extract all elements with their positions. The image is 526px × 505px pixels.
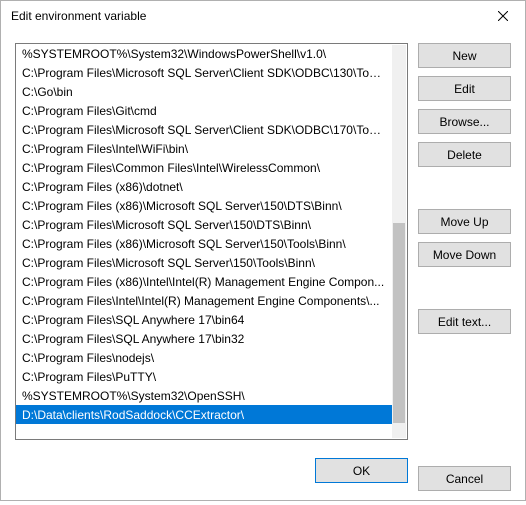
list-wrap: %SYSTEMROOT%\System32\WindowsPowerShell\… — [15, 43, 408, 446]
list-item[interactable]: C:\Program Files\Intel\Intel(R) Manageme… — [16, 291, 392, 310]
footer: OK Cancel — [1, 446, 525, 505]
close-icon — [498, 11, 508, 21]
move-up-button[interactable]: Move Up — [418, 209, 511, 234]
path-listbox[interactable]: %SYSTEMROOT%\System32\WindowsPowerShell\… — [15, 43, 408, 440]
list-item[interactable]: C:\Program Files\Intel\WiFi\bin\ — [16, 139, 392, 158]
window-title: Edit environment variable — [11, 9, 480, 23]
ok-button[interactable]: OK — [315, 458, 408, 483]
list-item[interactable]: C:\Program Files\Common Files\Intel\Wire… — [16, 158, 392, 177]
list-item[interactable]: C:\Program Files\Microsoft SQL Server\15… — [16, 215, 392, 234]
list-item[interactable]: C:\Program Files (x86)\Microsoft SQL Ser… — [16, 196, 392, 215]
cancel-button[interactable]: Cancel — [418, 466, 511, 491]
list-item[interactable]: C:\Program Files\Git\cmd — [16, 101, 392, 120]
delete-button[interactable]: Delete — [418, 142, 511, 167]
list-item[interactable]: C:\Program Files\PuTTY\ — [16, 367, 392, 386]
content-area: %SYSTEMROOT%\System32\WindowsPowerShell\… — [1, 31, 525, 446]
list-item[interactable]: C:\Program Files (x86)\Intel\Intel(R) Ma… — [16, 272, 392, 291]
side-buttons: New Edit Browse... Delete Move Up Move D… — [418, 43, 511, 446]
edit-text-button[interactable]: Edit text... — [418, 309, 511, 334]
list-item[interactable]: %SYSTEMROOT%\System32\OpenSSH\ — [16, 386, 392, 405]
close-button[interactable] — [480, 1, 525, 31]
browse-button[interactable]: Browse... — [418, 109, 511, 134]
list-item[interactable]: C:\Go\bin — [16, 82, 392, 101]
list-item[interactable]: C:\Program Files (x86)\dotnet\ — [16, 177, 392, 196]
list-item[interactable]: C:\Program Files\SQL Anywhere 17\bin64 — [16, 310, 392, 329]
list-item[interactable]: D:\Data\clients\RodSaddock\CCExtractor\ — [16, 405, 392, 424]
titlebar: Edit environment variable — [1, 1, 525, 31]
list-item[interactable]: %SYSTEMROOT%\System32\WindowsPowerShell\… — [16, 44, 392, 63]
new-button[interactable]: New — [418, 43, 511, 68]
scroll-thumb[interactable] — [393, 223, 405, 423]
list-item[interactable]: C:\Program Files\Microsoft SQL Server\Cl… — [16, 120, 392, 139]
list-item[interactable]: C:\Program Files\nodejs\ — [16, 348, 392, 367]
list-item[interactable]: C:\Program Files (x86)\Microsoft SQL Ser… — [16, 234, 392, 253]
list-item[interactable]: C:\Program Files\Microsoft SQL Server\Cl… — [16, 63, 392, 82]
move-down-button[interactable]: Move Down — [418, 242, 511, 267]
scrollbar[interactable] — [392, 45, 406, 438]
edit-button[interactable]: Edit — [418, 76, 511, 101]
list-item[interactable]: C:\Program Files\SQL Anywhere 17\bin32 — [16, 329, 392, 348]
list-item[interactable]: C:\Program Files\Microsoft SQL Server\15… — [16, 253, 392, 272]
